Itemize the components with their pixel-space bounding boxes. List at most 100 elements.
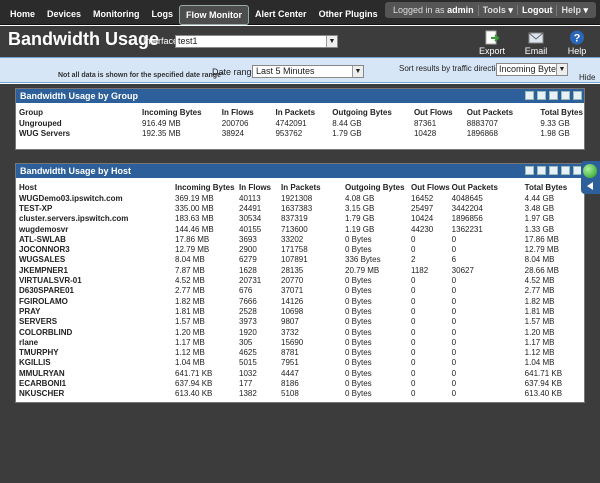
panel-edit-icon[interactable] (525, 91, 534, 100)
tools-menu[interactable]: Tools ▾ (477, 4, 517, 16)
table-cell: 24491 (239, 203, 262, 213)
column-header[interactable]: In Flows (238, 181, 280, 193)
table-cell: 4742091 (275, 118, 307, 128)
panel-menu-icon[interactable] (573, 91, 582, 100)
table-cell: 2.77 MB (175, 286, 205, 296)
row-label[interactable]: NKUSCHER (18, 389, 174, 399)
host-panel-toolbar (525, 166, 582, 175)
column-header[interactable]: Out Flows (410, 181, 451, 193)
row-label[interactable]: TMURPHY (18, 347, 174, 357)
row-label[interactable]: TEST-XP (18, 203, 174, 213)
table-cell: 9.33 GB (540, 118, 570, 128)
page-header: Bandwidth Usage Interface: test1 ▼ Expor… (0, 26, 600, 57)
row-label[interactable]: COLORBLIND (18, 327, 174, 337)
row-label[interactable]: WUGSALES (18, 255, 174, 265)
date-range-select[interactable]: Last 5 Minutes ▼ (252, 65, 364, 78)
row-label[interactable]: FGIROLAMO (18, 296, 174, 306)
row-label[interactable]: WUG Servers (18, 128, 141, 138)
nav-alert-center[interactable]: Alert Center (249, 5, 313, 25)
nav-monitoring[interactable]: Monitoring (87, 5, 146, 25)
table-cell: 0 (411, 389, 416, 399)
table-cell: 713600 (281, 224, 308, 234)
table-cell: 0 (411, 368, 416, 378)
table-cell: 28135 (281, 265, 304, 275)
row-label[interactable]: wugdemosvr (18, 224, 174, 234)
table-cell: 144.46 MB (175, 224, 214, 234)
row-label[interactable]: cluster.servers.ipswitch.com (18, 214, 174, 224)
column-header[interactable]: Total Bytes (539, 106, 584, 118)
panel-export-icon[interactable] (549, 166, 558, 175)
panel-print-icon[interactable] (537, 91, 546, 100)
column-header[interactable]: Out Packets (466, 106, 540, 118)
table-cell: 8186 (281, 378, 299, 388)
column-header[interactable]: Incoming Bytes (174, 181, 238, 193)
table-row: TMURPHY 1.12 MB 4625 8781 0 Bytes 0 0 1.12 MB (18, 347, 579, 357)
table-cell: 1362231 (451, 224, 483, 234)
email-button[interactable]: Email (518, 30, 554, 56)
hide-filter-link[interactable]: Hide (579, 73, 595, 82)
column-header[interactable]: In Packets (280, 181, 344, 193)
nav-logs[interactable]: Logs (146, 5, 180, 25)
table-cell: 25497 (411, 203, 434, 213)
row-label[interactable]: rlane (18, 337, 174, 347)
content-area: Bandwidth Usage by Group Group Incoming B… (0, 84, 600, 483)
row-label[interactable]: JKEMPNER1 (18, 265, 174, 275)
row-label[interactable]: Ungrouped (18, 118, 141, 128)
row-label[interactable]: KGILLIS (18, 358, 174, 368)
table-row: FGIROLAMO 1.82 MB 7666 14126 0 Bytes 0 0 1.82 M… (18, 296, 579, 306)
table-cell: 8883707 (466, 118, 498, 128)
nav-other-plugins[interactable]: Other Plugins (313, 5, 384, 25)
logout-link[interactable]: Logout (516, 5, 557, 15)
row-label[interactable]: D630SPARE01 (18, 286, 174, 296)
row-label[interactable]: SERVERS (18, 317, 174, 327)
row-label[interactable]: JOCONNOR3 (18, 244, 174, 254)
table-cell: 613.40 KB (524, 389, 563, 399)
row-label[interactable]: ECARBONI1 (18, 378, 174, 388)
panel-export-icon[interactable] (549, 91, 558, 100)
column-header[interactable]: Out Flows (413, 106, 466, 118)
help-menu[interactable]: Help ▾ (556, 4, 592, 16)
table-cell: 3442204 (451, 203, 483, 213)
column-header[interactable]: Outgoing Bytes (331, 106, 413, 118)
table-row: cluster.servers.ipswitch.com 183.63 MB 305… (18, 214, 579, 224)
nav-home[interactable]: Home (4, 5, 41, 25)
row-label[interactable]: WUGDemo03.ipswitch.com (18, 193, 174, 203)
partial-data-note: Not all data is shown for the specified … (58, 72, 224, 79)
panel-print-icon[interactable] (537, 166, 546, 175)
column-header[interactable]: Host (18, 181, 174, 193)
panel-edit-icon[interactable] (525, 166, 534, 175)
column-header[interactable]: Group (18, 106, 141, 118)
row-label[interactable]: VIRTUALSVR-01 (18, 275, 174, 285)
export-button[interactable]: Export (474, 30, 510, 56)
table-cell: 1.98 GB (540, 128, 570, 138)
table-cell: 1896856 (451, 214, 483, 224)
column-header[interactable]: Incoming Bytes (141, 106, 221, 118)
table-header-row: Group Incoming Bytes In Flows In Packets Out… (18, 106, 584, 118)
column-header[interactable]: In Flows (221, 106, 275, 118)
column-header[interactable]: In Packets (274, 106, 331, 118)
table-cell: 10698 (281, 306, 304, 316)
panel-help-icon[interactable] (561, 166, 570, 175)
column-header[interactable]: Outgoing Bytes (344, 181, 410, 193)
table-cell: 4.52 MB (524, 276, 555, 286)
side-panel-toggle[interactable] (581, 161, 600, 194)
table-cell: 676 (239, 286, 253, 296)
column-header[interactable]: Total Bytes (524, 181, 579, 193)
table-cell: 3.15 GB (345, 203, 375, 213)
help-button[interactable]: ? Help (559, 30, 595, 56)
nav-flow-monitor[interactable]: Flow Monitor (179, 5, 250, 25)
row-label[interactable]: MMULRYAN (18, 368, 174, 378)
interface-select[interactable]: test1 ▼ (175, 35, 338, 48)
panel-help-icon[interactable] (561, 91, 570, 100)
table-cell: 637.94 KB (524, 378, 563, 388)
column-header[interactable]: Out Packets (451, 181, 524, 193)
logged-in-text: Logged in as admin (389, 5, 478, 15)
sort-direction-select[interactable]: Incoming Bytes ▼ (496, 63, 568, 76)
table-row: ECARBONI1 637.94 KB 177 8186 0 Bytes 0 0 637.94… (18, 378, 579, 388)
table-row: WUGDemo03.ipswitch.com 369.19 MB 40113 1921… (18, 193, 579, 203)
table-row: MMULRYAN 641.71 KB 1032 4447 0 Bytes 0 0 641.71… (18, 368, 579, 378)
nav-devices[interactable]: Devices (41, 5, 87, 25)
table-header-row: Host Incoming Bytes In Flows In Packets Outg… (18, 181, 579, 193)
row-label[interactable]: ATL-SWLAB (18, 234, 174, 244)
row-label[interactable]: PRAY (18, 306, 174, 316)
